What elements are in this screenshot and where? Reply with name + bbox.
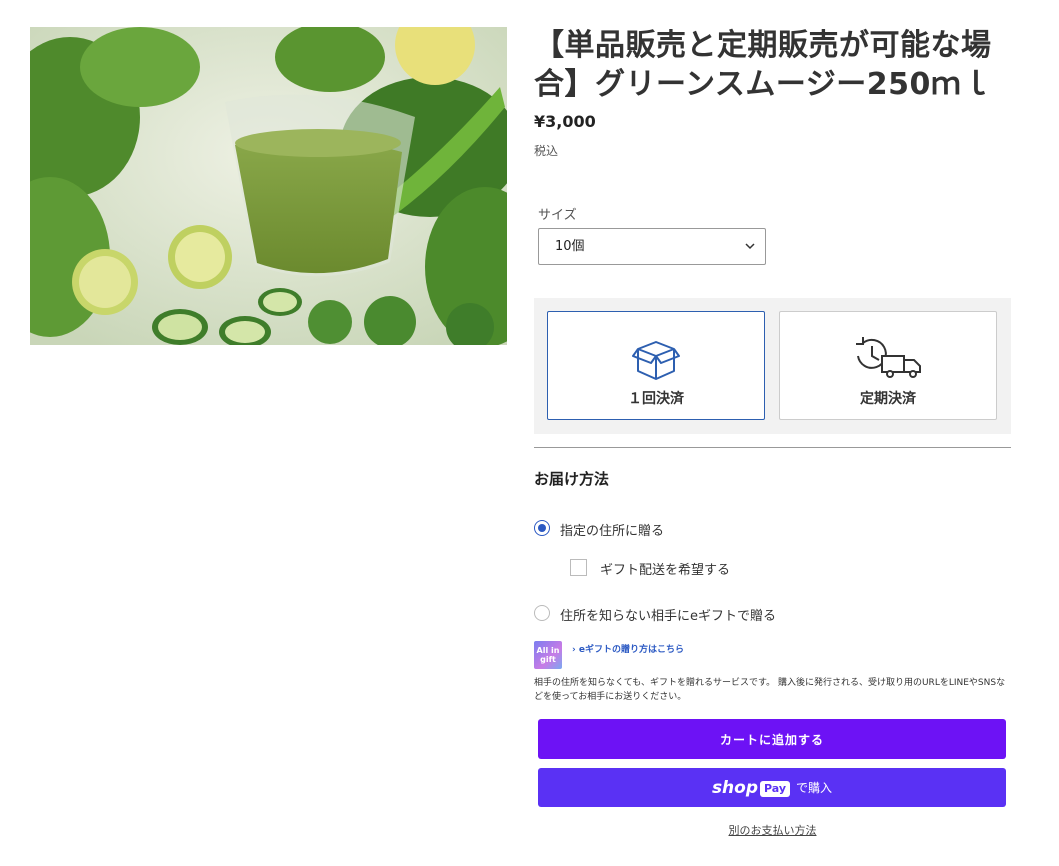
shop-pay-buy-label: で購入 — [796, 781, 833, 795]
chevron-down-icon — [745, 229, 755, 278]
chevron-right-icon: › — [572, 645, 579, 655]
egift-link-text: eギフトの贈り方はこちら — [578, 645, 684, 655]
divider — [534, 447, 1011, 448]
delivery-option-label: 指定の住所に贈る — [560, 524, 665, 539]
radio-selected[interactable] — [534, 520, 550, 536]
payment-plan-selector: １回決済 定期決済 — [534, 298, 1011, 434]
size-select-value: 10個 — [555, 239, 585, 254]
delivery-option-address[interactable]: 指定の住所に贈る — [534, 520, 664, 539]
gift-shipping-checkbox[interactable] — [570, 559, 587, 576]
smoothie-photo — [30, 27, 507, 345]
tax-note: 税込 — [534, 144, 559, 158]
product-image — [30, 27, 507, 345]
size-label: サイズ — [538, 208, 577, 223]
egift-how-to-link[interactable]: › eギフトの贈り方はこちら — [572, 642, 684, 655]
pay-badge: Pay — [760, 780, 791, 797]
delivery-option-egift[interactable]: 住所を知らない相手にeギフトで贈る — [534, 605, 776, 624]
box-icon — [632, 341, 680, 380]
gift-shipping-label: ギフト配送を希望する — [600, 563, 731, 578]
product-title: 【単品販売と定期販売が可能な場合】グリーンスムージー250ｍｌ — [534, 28, 992, 102]
delivery-method-title: お届け方法 — [534, 470, 610, 488]
shop-pay-logo: shop — [711, 778, 759, 798]
plan-label: 定期決済 — [860, 391, 916, 407]
product-price: ¥3,000 — [534, 112, 596, 131]
size-select[interactable]: 10個 — [538, 228, 766, 265]
plan-label: １回決済 — [628, 391, 684, 407]
other-payment-methods-link[interactable]: 別のお支払い方法 — [534, 822, 1011, 838]
recurring-delivery-truck-icon — [856, 337, 921, 378]
add-to-cart-button[interactable]: カートに追加する — [538, 719, 1006, 759]
plan-one-time[interactable]: １回決済 — [547, 311, 765, 420]
shop-pay-button[interactable]: shop Pay で購入 — [538, 768, 1006, 807]
plan-subscription[interactable]: 定期決済 — [779, 311, 997, 420]
all-in-gift-logo: All in gift — [534, 641, 562, 669]
gift-shipping-option[interactable]: ギフト配送を希望する — [570, 559, 730, 578]
egift-description: 相手の住所を知らなくても、ギフトを贈れるサービスです。 購入後に発行される、受け… — [534, 678, 1006, 702]
delivery-option-label: 住所を知らない相手にeギフトで贈る — [560, 609, 776, 624]
radio-unselected[interactable] — [534, 605, 550, 621]
